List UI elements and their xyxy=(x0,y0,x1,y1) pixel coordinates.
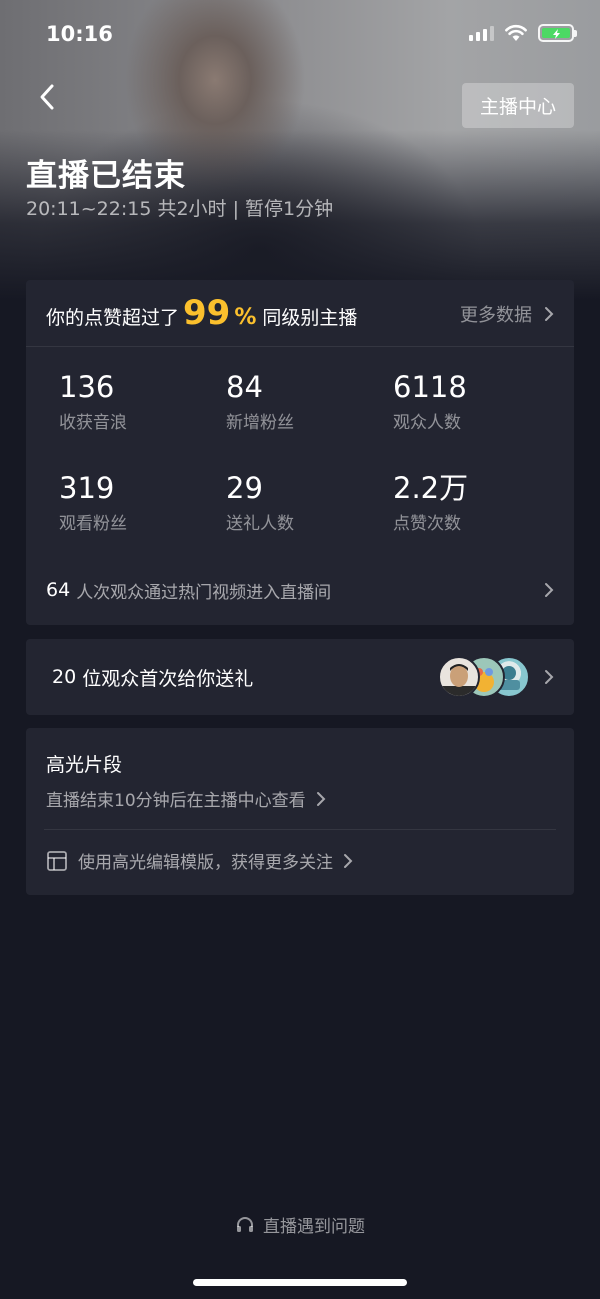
highlights-card: 高光片段 直播结束10分钟后在主播中心查看 使用高光编辑模版，获得更多关注 xyxy=(26,728,574,895)
likes-percent: 99 xyxy=(183,293,231,333)
hot-video-text: 人次观众通过热门视频进入直播间 xyxy=(76,582,332,603)
metric-item: 29 送礼人数 xyxy=(226,471,386,534)
metric-value: 136 xyxy=(59,370,115,404)
template-icon xyxy=(47,850,67,871)
likes-percent-sign: % xyxy=(234,305,257,330)
status-time: 10:16 xyxy=(46,22,113,46)
home-indicator[interactable] xyxy=(193,1279,407,1286)
hot-video-row[interactable]: 64 人次观众通过热门视频进入直播间 xyxy=(26,560,574,620)
wifi-icon xyxy=(505,24,527,41)
template-text: 使用高光编辑模版，获得更多关注 xyxy=(78,853,333,873)
more-data-label: 更多数据 xyxy=(460,304,532,326)
divider xyxy=(44,829,556,830)
hot-video-count: 64 xyxy=(46,579,71,601)
metric-value: 29 xyxy=(226,471,263,505)
metric-label: 观看粉丝 xyxy=(59,513,127,534)
metric-value: 319 xyxy=(59,471,115,505)
signal-icon xyxy=(469,25,494,41)
system-icons xyxy=(469,24,577,42)
stats-card: 你的点赞超过了 99 % 同级别主播 更多数据 136 收获音浪 84 新增粉丝… xyxy=(26,280,574,625)
highlights-title: 高光片段 xyxy=(46,754,123,776)
metric-item: 84 新增粉丝 xyxy=(226,370,386,433)
report-problem-label: 直播遇到问题 xyxy=(263,1217,365,1237)
first-gift-text: 位观众首次给你送礼 xyxy=(82,667,254,690)
metric-value: 2.2万 xyxy=(393,471,469,505)
metric-label: 观众人数 xyxy=(393,412,461,433)
chevron-right-icon xyxy=(316,791,326,806)
metric-label: 新增粉丝 xyxy=(226,412,294,433)
live-duration: 20:11~22:15 共2小时 | 暂停1分钟 xyxy=(26,198,334,220)
headset-icon xyxy=(237,1216,253,1232)
likes-ranking: 你的点赞超过了 99 % 同级别主播 更多数据 xyxy=(26,280,574,347)
anchor-center-button[interactable]: 主播中心 xyxy=(462,83,574,128)
metric-value: 84 xyxy=(226,370,263,404)
metric-item: 2.2万 点赞次数 xyxy=(393,471,553,534)
more-data-link[interactable]: 更多数据 xyxy=(460,280,554,347)
gifter-avatars xyxy=(438,656,530,698)
first-gift-count: 20 xyxy=(52,666,77,688)
metric-item: 319 观看粉丝 xyxy=(59,471,219,534)
highlight-template-link[interactable]: 使用高光编辑模版，获得更多关注 xyxy=(46,848,353,873)
avatar xyxy=(438,656,480,698)
first-gift-row[interactable]: 20 位观众首次给你送礼 xyxy=(26,639,574,715)
battery-icon xyxy=(538,24,577,42)
page-title: 直播已结束 xyxy=(26,158,186,194)
metric-label: 送礼人数 xyxy=(226,513,294,534)
chevron-right-icon xyxy=(344,853,353,868)
chevron-left-icon xyxy=(40,84,54,110)
metric-label: 点赞次数 xyxy=(393,513,461,534)
metric-item: 6118 观众人数 xyxy=(393,370,553,433)
metric-value: 6118 xyxy=(393,370,467,404)
metric-item: 136 收获音浪 xyxy=(59,370,219,433)
back-button[interactable] xyxy=(30,80,66,116)
status-bar: 10:16 xyxy=(0,0,600,72)
likes-ranking-prefix: 你的点赞超过了 xyxy=(46,307,180,329)
metric-label: 收获音浪 xyxy=(59,412,127,433)
report-problem-link[interactable]: 直播遇到问题 xyxy=(0,1212,600,1237)
highlights-subtitle: 直播结束10分钟后在主播中心查看 xyxy=(46,791,306,811)
chevron-right-icon xyxy=(545,670,554,684)
likes-ranking-suffix: 同级别主播 xyxy=(262,307,358,329)
chevron-right-icon xyxy=(545,306,554,321)
chevron-right-icon xyxy=(545,583,554,597)
highlights-view-link[interactable]: 直播结束10分钟后在主播中心查看 xyxy=(46,786,326,811)
